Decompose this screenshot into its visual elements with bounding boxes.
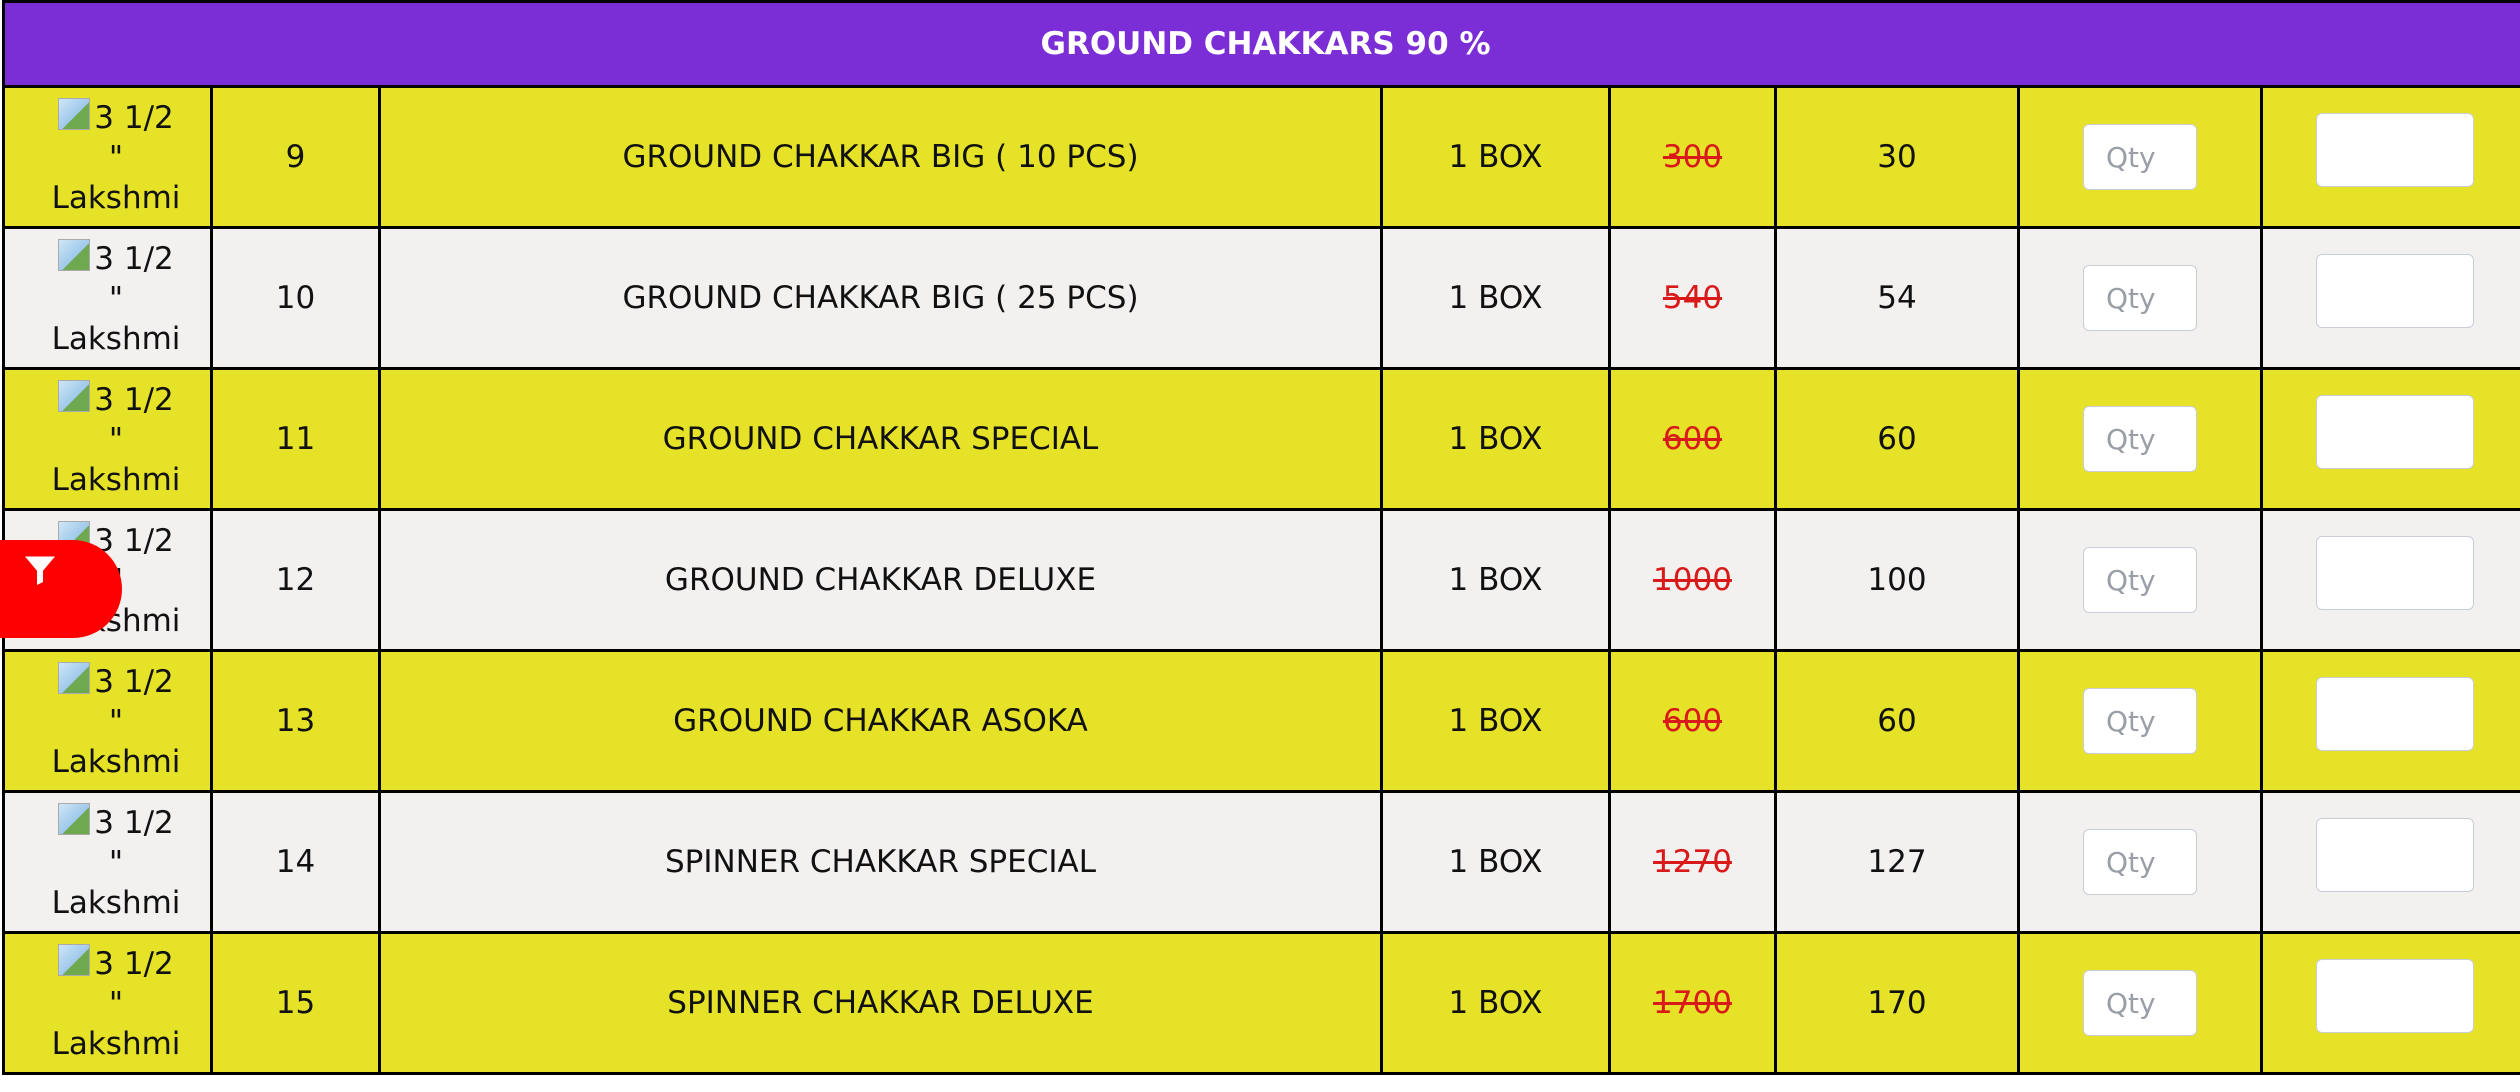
broken-image-icon xyxy=(58,380,91,412)
qty-cell xyxy=(2017,367,2263,511)
section-title: GROUND CHAKKARS 90 % xyxy=(1,0,2520,88)
qty-input[interactable] xyxy=(2083,829,2197,895)
product-unit: 1 BOX xyxy=(1380,85,1611,229)
product-unit: 1 BOX xyxy=(1380,931,1611,1075)
offer-price: 54 xyxy=(1774,226,2020,370)
table-row: 3 1/2 " Lakshmi 10 GROUND CHAKKAR BIG ( … xyxy=(2,226,2520,370)
product-name: GROUND CHAKKAR SPECIAL xyxy=(378,367,1383,511)
product-image: 3 1/2 " Lakshmi xyxy=(2,649,213,793)
filter-icon xyxy=(25,556,55,585)
serial-number: 11 xyxy=(210,367,381,511)
filter-button[interactable] xyxy=(0,540,122,638)
broken-image-icon xyxy=(58,944,91,976)
serial-number: 10 xyxy=(210,226,381,370)
serial-number: 13 xyxy=(210,649,381,793)
product-image: 3 1/2 " Lakshmi xyxy=(2,226,213,370)
table-row: 3 1/2 " Lakshmi 13 GROUND CHAKKAR ASOKA … xyxy=(2,649,2520,793)
total-cell xyxy=(2259,649,2520,793)
product-image: 3 1/2 " Lakshmi xyxy=(2,85,213,229)
mrp-cell: 1270 xyxy=(1608,790,1777,934)
total-cell xyxy=(2259,931,2520,1075)
total-field[interactable] xyxy=(2315,818,2474,893)
mrp-price: 1000 xyxy=(1653,562,1732,598)
total-cell xyxy=(2259,367,2520,511)
total-cell xyxy=(2259,790,2520,934)
offer-price: 170 xyxy=(1774,931,2020,1075)
mrp-price: 600 xyxy=(1662,703,1723,739)
mrp-price: 600 xyxy=(1662,421,1723,457)
total-field[interactable] xyxy=(2315,677,2474,752)
mrp-price: 1700 xyxy=(1653,985,1732,1021)
mrp-cell: 1700 xyxy=(1608,931,1777,1075)
product-unit: 1 BOX xyxy=(1380,649,1611,793)
qty-input[interactable] xyxy=(2083,406,2197,472)
offer-price: 100 xyxy=(1774,508,2020,652)
total-cell xyxy=(2259,508,2520,652)
product-name: GROUND CHAKKAR ASOKA xyxy=(378,649,1383,793)
mrp-cell: 540 xyxy=(1608,226,1777,370)
product-unit: 1 BOX xyxy=(1380,226,1611,370)
qty-input[interactable] xyxy=(2083,688,2197,754)
product-name: GROUND CHAKKAR BIG ( 10 PCS) xyxy=(378,85,1383,229)
broken-image-icon xyxy=(58,662,91,694)
total-field[interactable] xyxy=(2315,113,2474,188)
serial-number: 12 xyxy=(210,508,381,652)
offer-price: 127 xyxy=(1774,790,2020,934)
broken-image-icon xyxy=(58,98,91,130)
table-row: 3 1/2 " Lakshmi 15 SPINNER CHAKKAR DELUX… xyxy=(2,931,2520,1075)
offer-price: 60 xyxy=(1774,649,2020,793)
product-name: GROUND CHAKKAR BIG ( 25 PCS) xyxy=(378,226,1383,370)
qty-cell xyxy=(2017,85,2263,229)
table-row: 3 1/2 " Lakshmi 14 SPINNER CHAKKAR SPECI… xyxy=(2,790,2520,934)
product-unit: 1 BOX xyxy=(1380,367,1611,511)
product-name: SPINNER CHAKKAR SPECIAL xyxy=(378,790,1383,934)
qty-input[interactable] xyxy=(2083,547,2197,613)
mrp-cell: 1000 xyxy=(1608,508,1777,652)
mrp-cell: 300 xyxy=(1608,85,1777,229)
qty-cell xyxy=(2017,508,2263,652)
qty-input[interactable] xyxy=(2083,265,2197,331)
qty-input[interactable] xyxy=(2083,970,2197,1036)
product-name: SPINNER CHAKKAR DELUXE xyxy=(378,931,1383,1075)
serial-number: 15 xyxy=(210,931,381,1075)
qty-cell xyxy=(2017,931,2263,1075)
qty-cell xyxy=(2017,226,2263,370)
product-image: 3 1/2 " Lakshmi xyxy=(2,931,213,1075)
offer-price: 60 xyxy=(1774,367,2020,511)
broken-image-icon xyxy=(58,239,91,271)
product-image: 3 1/2 " Lakshmi xyxy=(2,367,213,511)
total-cell xyxy=(2259,85,2520,229)
product-name: GROUND CHAKKAR DELUXE xyxy=(378,508,1383,652)
table-row: 3 1/2 " Lakshmi 12 GROUND CHAKKAR DELUXE… xyxy=(2,508,2520,652)
product-unit: 1 BOX xyxy=(1380,508,1611,652)
serial-number: 14 xyxy=(210,790,381,934)
serial-number: 9 xyxy=(210,85,381,229)
mrp-price: 1270 xyxy=(1653,844,1732,880)
total-field[interactable] xyxy=(2315,395,2474,470)
mrp-cell: 600 xyxy=(1608,367,1777,511)
table-row: 3 1/2 " Lakshmi 9 GROUND CHAKKAR BIG ( 1… xyxy=(2,85,2520,229)
product-unit: 1 BOX xyxy=(1380,790,1611,934)
qty-cell xyxy=(2017,649,2263,793)
table-row: 3 1/2 " Lakshmi 11 GROUND CHAKKAR SPECIA… xyxy=(2,367,2520,511)
section-header-row: GROUND CHAKKARS 90 % xyxy=(1,0,2520,88)
product-image: 3 1/2 " Lakshmi xyxy=(2,790,213,934)
total-field[interactable] xyxy=(2315,536,2474,611)
product-table: GROUND CHAKKARS 90 % 3 1/2 " Lakshmi 9 G… xyxy=(1,0,2520,1075)
qty-input[interactable] xyxy=(2083,124,2197,190)
total-cell xyxy=(2259,226,2520,370)
mrp-price: 540 xyxy=(1662,280,1723,316)
total-field[interactable] xyxy=(2315,254,2474,329)
mrp-price: 300 xyxy=(1662,139,1723,175)
qty-cell xyxy=(2017,790,2263,934)
total-field[interactable] xyxy=(2315,959,2474,1034)
broken-image-icon xyxy=(58,803,91,835)
mrp-cell: 600 xyxy=(1608,649,1777,793)
offer-price: 30 xyxy=(1774,85,2020,229)
